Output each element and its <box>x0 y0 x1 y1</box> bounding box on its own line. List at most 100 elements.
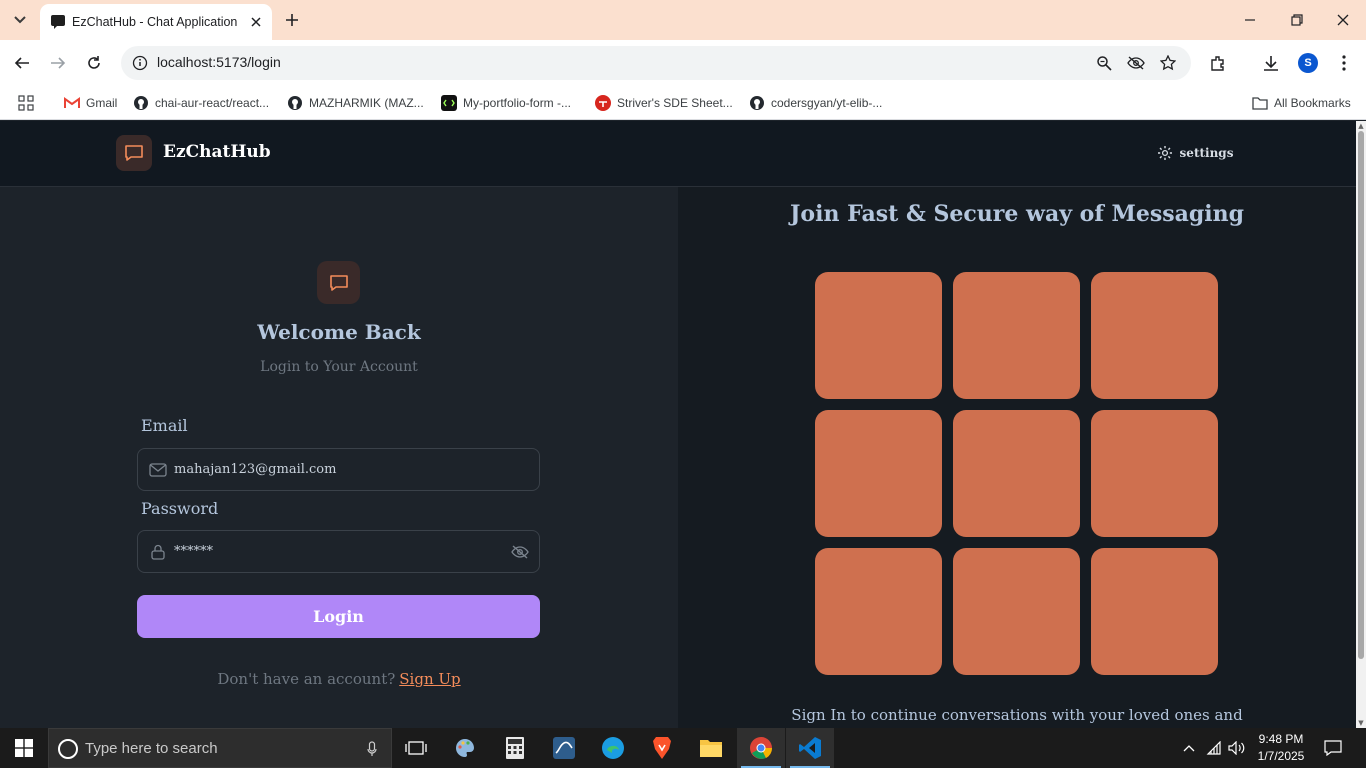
scroll-up-arrow-icon[interactable]: ▲ <box>1357 122 1365 130</box>
restore-icon[interactable] <box>1287 10 1307 30</box>
password-field[interactable]: ****** <box>137 530 540 573</box>
address-bar[interactable]: localhost:5173/login <box>121 46 1191 80</box>
chat-favicon-icon <box>50 14 66 30</box>
grid-tile <box>815 410 942 537</box>
apps-grid-icon[interactable] <box>18 93 34 113</box>
grid-tile <box>953 410 1080 537</box>
all-bookmarks[interactable]: All Bookmarks <box>1252 93 1351 113</box>
bookmark-label: chai-aur-react/react... <box>155 96 270 110</box>
notification-icon[interactable] <box>1322 738 1344 758</box>
taskbar-search-box[interactable]: Type here to search <box>48 728 392 768</box>
bookmark-label: MAZHARMIK (MAZ... <box>309 96 424 110</box>
password-value[interactable]: ****** <box>174 544 213 559</box>
profile-avatar[interactable]: S <box>1297 52 1319 74</box>
grid-tile <box>953 548 1080 675</box>
download-icon[interactable] <box>1260 52 1282 74</box>
bookmark-label: codersgyan/yt-elib-... <box>771 96 883 110</box>
url-text[interactable]: localhost:5173/login <box>157 54 281 70</box>
login-button[interactable]: Login <box>137 595 540 638</box>
bookmark-striver-sde[interactable]: Striver's SDE Sheet... <box>595 93 733 113</box>
scroll-thumb[interactable] <box>1358 131 1364 659</box>
clock-date: 1/7/2025 <box>1257 749 1305 763</box>
code-icon <box>441 95 457 111</box>
clock-time: 9:48 PM <box>1258 732 1304 746</box>
wifi-icon[interactable] <box>1204 738 1224 758</box>
eye-off-icon[interactable] <box>511 543 529 561</box>
back-arrow-icon[interactable] <box>11 52 33 74</box>
gmail-icon <box>64 95 80 111</box>
file-explorer-icon[interactable] <box>687 728 735 768</box>
vscode-icon[interactable] <box>786 728 834 768</box>
minimize-icon[interactable] <box>1240 10 1260 30</box>
page-viewport: EzChatHub settings Welcome Back Login to… <box>0 121 1356 728</box>
login-panel: Welcome Back Login to Your Account Email… <box>0 187 678 728</box>
github-icon <box>133 95 149 111</box>
message-square-icon <box>329 274 348 291</box>
windows-taskbar: Type here to search 9:48 PM 1/7/2025 <box>0 728 1366 768</box>
email-field[interactable]: mahajan123@gmail.com <box>137 448 540 491</box>
email-label: Email <box>141 416 188 435</box>
microphone-icon[interactable] <box>365 739 379 759</box>
lock-icon <box>149 543 167 561</box>
password-label: Password <box>141 499 219 518</box>
github-icon <box>287 95 303 111</box>
paint-palette-icon[interactable] <box>441 728 489 768</box>
settings-label: settings <box>1179 146 1234 160</box>
close-icon[interactable] <box>248 14 264 30</box>
edge-browser-icon[interactable] <box>589 728 637 768</box>
task-view-icon[interactable] <box>392 728 440 768</box>
app-navbar: EzChatHub settings <box>0 121 1356 187</box>
eye-slash-icon[interactable] <box>1127 54 1145 72</box>
chrome-browser-icon[interactable] <box>737 728 785 768</box>
calculator-icon[interactable] <box>491 728 539 768</box>
browser-menu-icon[interactable] <box>1333 52 1355 74</box>
mysql-workbench-icon[interactable] <box>540 728 588 768</box>
system-clock[interactable]: 9:48 PM 1/7/2025 <box>1250 731 1312 765</box>
signup-link[interactable]: Sign Up <box>399 670 460 688</box>
reload-icon[interactable] <box>83 52 105 74</box>
extensions-icon[interactable] <box>1207 52 1229 74</box>
profile-initial: S <box>1298 53 1318 73</box>
all-bookmarks-label: All Bookmarks <box>1274 96 1351 110</box>
grid-tile <box>1091 410 1218 537</box>
zoom-icon[interactable] <box>1095 54 1113 72</box>
bookmark-gmail[interactable]: Gmail <box>64 93 117 113</box>
search-placeholder[interactable]: Type here to search <box>85 740 218 757</box>
login-subtitle: Login to Your Account <box>260 359 418 375</box>
brave-browser-icon[interactable] <box>638 728 686 768</box>
window-close-icon[interactable] <box>1333 10 1353 30</box>
bookmark-label: My-portfolio-form -... <box>463 96 572 110</box>
tab-search-chevron-icon[interactable] <box>8 8 32 32</box>
promo-title: Join Fast & Secure way of Messaging <box>790 201 1244 227</box>
settings-button[interactable]: settings <box>1151 138 1239 168</box>
site-info-icon[interactable] <box>131 54 149 72</box>
volume-icon[interactable] <box>1227 738 1247 758</box>
promo-text: Sign In to continue conversations with y… <box>791 706 1243 724</box>
github-icon <box>749 95 765 111</box>
bookmark-portfolio-form[interactable]: My-portfolio-form -... <box>441 93 571 113</box>
gear-icon <box>1157 146 1172 160</box>
browser-tab-strip: EzChatHub - Chat Application <box>0 0 1366 40</box>
windows-start-icon[interactable] <box>0 728 48 768</box>
browser-tab-active[interactable]: EzChatHub - Chat Application <box>40 4 272 40</box>
grid-tile <box>953 272 1080 399</box>
email-value[interactable]: mahajan123@gmail.com <box>174 462 336 477</box>
bookmarks-bar: Gmail chai-aur-react/react... MAZHARMIK … <box>0 86 1366 120</box>
bookmark-chai-aur-react[interactable]: chai-aur-react/react... <box>133 93 269 113</box>
page-scrollbar[interactable]: ▲ ▼ <box>1356 121 1366 728</box>
app-name[interactable]: EzChatHub <box>163 142 271 162</box>
bookmark-mazharmik[interactable]: MAZHARMIK (MAZ... <box>287 93 424 113</box>
chevron-up-icon[interactable] <box>1179 738 1199 758</box>
scroll-down-arrow-icon[interactable]: ▼ <box>1357 719 1365 727</box>
bookmark-label: Striver's SDE Sheet... <box>617 96 733 110</box>
forward-arrow-icon[interactable] <box>47 52 69 74</box>
mail-icon <box>149 461 167 479</box>
new-tab-plus-icon[interactable] <box>282 10 302 30</box>
signup-prompt: Don't have an account? <box>217 670 396 688</box>
star-icon[interactable] <box>1159 54 1177 72</box>
bookmark-codersgyan[interactable]: codersgyan/yt-elib-... <box>749 93 882 113</box>
grid-tile <box>815 272 942 399</box>
app-logo[interactable] <box>116 135 152 171</box>
grid-tile <box>815 548 942 675</box>
login-title: Welcome Back <box>257 320 421 344</box>
